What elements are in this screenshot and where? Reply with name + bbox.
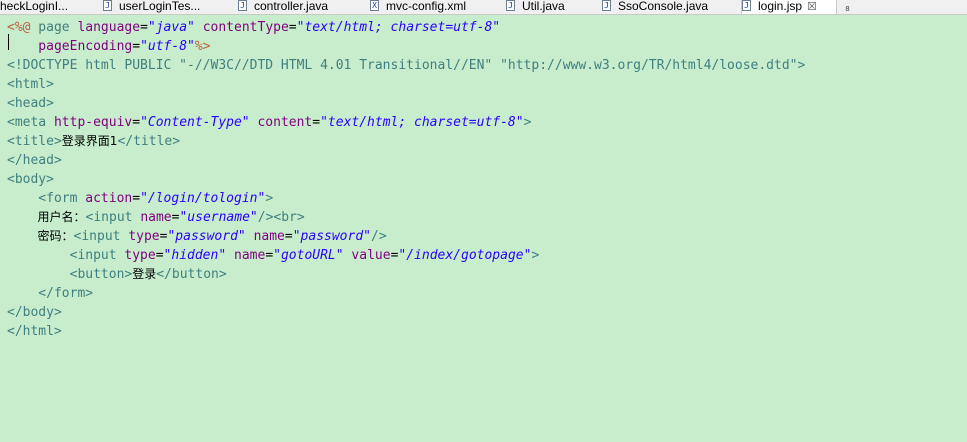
- tab-label: userLoginTes...: [119, 0, 201, 13]
- code-line: </body>: [7, 305, 62, 320]
- code-line: </head>: [7, 153, 62, 168]
- code-line: <button>登录</button>: [7, 267, 227, 282]
- tab-label: controller.java: [254, 0, 329, 13]
- code-line: <head>: [7, 96, 54, 111]
- code-line: </html>: [7, 324, 62, 339]
- java-file-icon: J: [103, 0, 112, 11]
- jsp-file-icon: J: [742, 0, 751, 11]
- code-line: <title>登录界面1</title>: [7, 134, 181, 149]
- code-line: <form action="/login/tologin">: [7, 191, 274, 206]
- code-line: pageEncoding="utf-8"%>: [7, 39, 211, 54]
- code-editor[interactable]: <%@ page language="java" contentType="te…: [0, 15, 967, 442]
- tab-label: login.jsp: [758, 0, 803, 13]
- tab-label: mvc-config.xml: [386, 0, 467, 13]
- tab-mvc-config[interactable]: Xmvc-config.xml: [370, 0, 485, 14]
- more-tabs-button[interactable]: ₈: [845, 0, 865, 14]
- code-line: <body>: [7, 172, 54, 187]
- code-line: 密码：<input type="password" name="password…: [7, 229, 387, 244]
- tab-ssoconsole[interactable]: J SsoConsole.java: [602, 0, 727, 14]
- code-line: </form>: [7, 286, 94, 301]
- java-file-icon: J: [506, 0, 515, 11]
- tab-label: heckLoginI...: [0, 0, 69, 13]
- java-file-icon: J: [238, 0, 247, 11]
- code-line: <!DOCTYPE html PUBLIC "-//W3C//DTD HTML …: [7, 58, 806, 73]
- code-line: <meta http-equiv="Content-Type" content=…: [7, 115, 532, 130]
- code-line: <%@ page language="java" contentType="te…: [7, 20, 501, 35]
- tab-userlogintest[interactable]: JuserLoginTes...: [103, 0, 218, 14]
- code-line: <input type="hidden" name="gotoURL" valu…: [7, 248, 540, 263]
- tab-label: SsoConsole.java: [618, 0, 709, 13]
- editor-tab-bar: heckLoginI... JuserLoginTes... Jcontroll…: [0, 0, 967, 15]
- java-file-icon: J: [602, 0, 611, 11]
- close-icon[interactable]: ☒: [807, 1, 817, 13]
- tab-controller[interactable]: Jcontroller.java: [238, 0, 353, 14]
- tab-label: Util.java: [522, 0, 565, 13]
- code-line: <html>: [7, 77, 54, 92]
- tab-util[interactable]: J Util.java: [506, 0, 596, 14]
- tab-checklogin[interactable]: heckLoginI...: [0, 0, 95, 14]
- more-tabs-icon: ₈: [845, 0, 850, 13]
- tab-login-jsp[interactable]: Jlogin.jsp ☒: [741, 0, 837, 14]
- code-line: 用户名：<input name="username"/><br>: [7, 210, 305, 225]
- xml-file-icon: X: [370, 0, 379, 11]
